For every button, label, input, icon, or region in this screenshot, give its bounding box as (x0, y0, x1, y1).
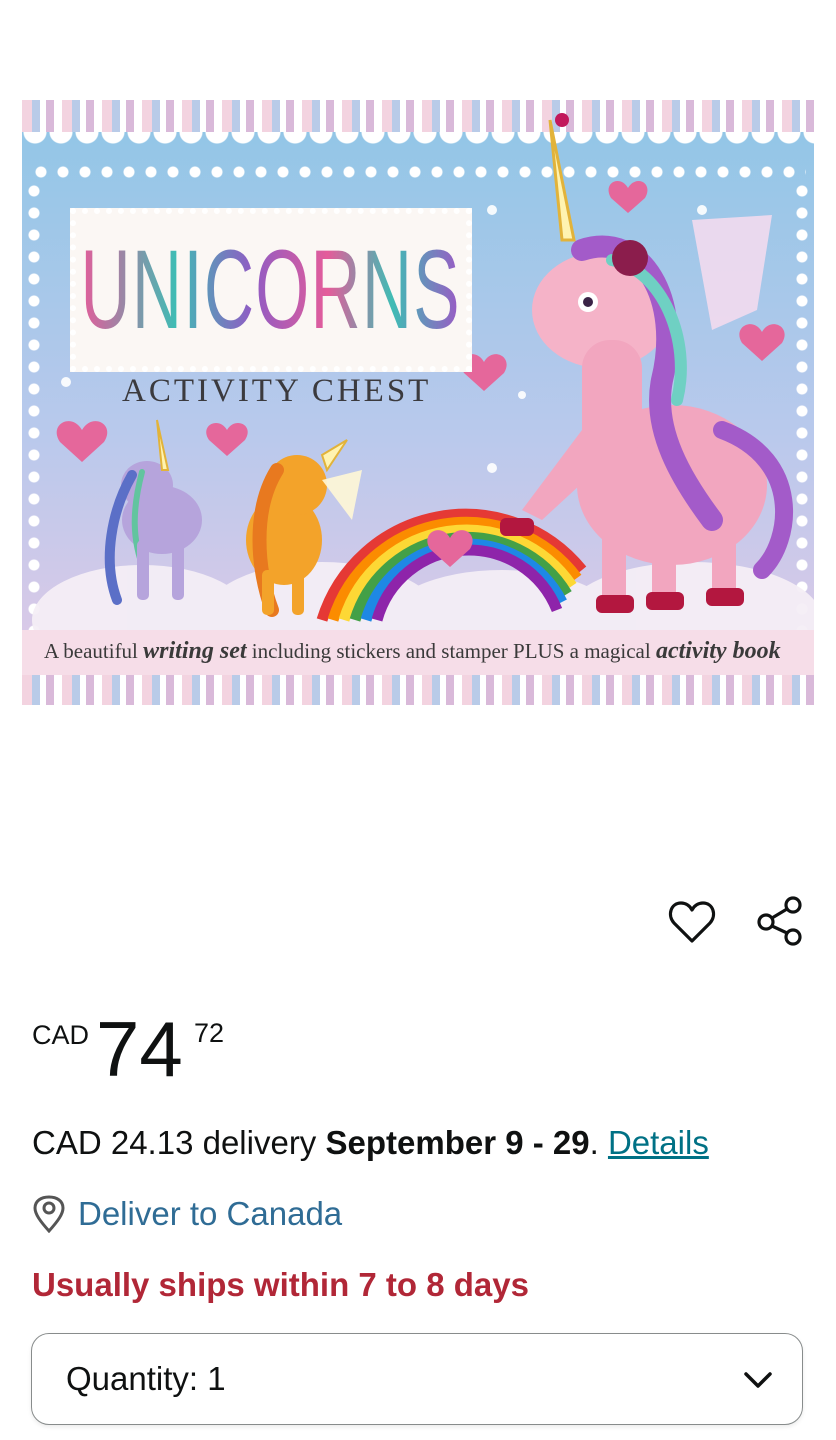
quantity-select[interactable]: Quantity: 1 (31, 1333, 803, 1425)
delivery-fee: CAD 24.13 delivery (32, 1124, 317, 1161)
tagline-part: writing set (143, 638, 247, 664)
delivery-info: CAD 24.13 delivery September 9 - 29. Det… (32, 1124, 709, 1162)
availability-status: Usually ships within 7 to 8 days (32, 1266, 529, 1303)
product-image-title: UNICORNS (80, 227, 462, 352)
tagline-part: including stickers and stamper PLUS a ma… (251, 639, 651, 663)
deliver-to-label: Deliver to Canada (78, 1195, 343, 1232)
title-plate: UNICORNS (70, 208, 472, 372)
quantity-text: Quantity: 1 (66, 1360, 226, 1398)
delivery-period: . (589, 1124, 599, 1161)
product-image-subtitle: ACTIVITY CHEST (122, 373, 432, 409)
price-fraction: 72 (194, 1018, 225, 1048)
product-image[interactable]: UNICORNS ACTIVITY CHEST A beautiful writ… (22, 100, 814, 705)
tagline-part: activity book (655, 638, 781, 664)
wishlist-button[interactable] (667, 897, 717, 947)
quantity-value: 1 (207, 1360, 226, 1397)
stripe-border-bottom (22, 675, 814, 705)
quantity-label: Quantity: (66, 1360, 199, 1397)
share-icon (757, 896, 802, 946)
chevron-down-icon (744, 1372, 772, 1388)
price-currency: CAD (32, 1020, 90, 1050)
deliver-to-location[interactable]: Deliver to Canada (32, 1192, 342, 1236)
delivery-details-link[interactable]: Details (608, 1124, 709, 1161)
delivery-date-range: September 9 - 29 (325, 1124, 590, 1161)
share-button[interactable] (754, 895, 806, 947)
tagline-part: A beautiful (44, 639, 138, 663)
heart-outline-icon (668, 901, 716, 943)
price-whole: 74 (96, 1005, 183, 1093)
location-pin-icon (33, 1195, 65, 1233)
product-image-tagline: A beautiful writing set including sticke… (44, 638, 781, 665)
